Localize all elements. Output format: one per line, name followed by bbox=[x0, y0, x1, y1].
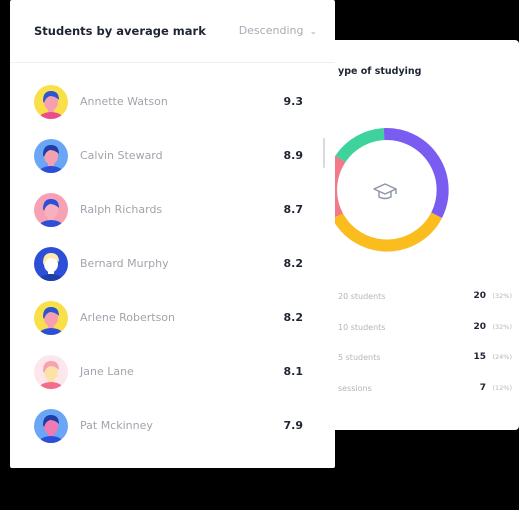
stat-label: 10 students bbox=[338, 322, 386, 332]
avatar bbox=[34, 409, 68, 443]
stat-percent: (12%) bbox=[492, 383, 512, 392]
student-name: Ralph Richards bbox=[80, 203, 163, 216]
student-row[interactable]: Jane Lane 8.1 bbox=[10, 346, 335, 400]
student-name: Annette Watson bbox=[80, 95, 168, 108]
student-mark: 9.3 bbox=[283, 95, 304, 108]
student-row[interactable]: Arlene Robertson 8.2 bbox=[10, 292, 335, 346]
student-row[interactable]: Ralph Richards 8.7 bbox=[10, 184, 335, 238]
student-name: Calvin Steward bbox=[80, 149, 163, 162]
student-mark: 8.2 bbox=[283, 311, 304, 324]
stat-row: 10 students 20 (32%) bbox=[338, 319, 514, 350]
students-by-mark-card: Students by average mark Descending ⌄ Ann… bbox=[10, 0, 335, 468]
scrollbar[interactable] bbox=[323, 138, 325, 168]
students-card-header: Students by average mark Descending ⌄ bbox=[10, 0, 335, 63]
avatar bbox=[34, 193, 68, 227]
stat-percent: (32%) bbox=[492, 292, 512, 300]
student-row[interactable]: Bernard Murphy 8.2 bbox=[10, 238, 335, 292]
studying-card-title: ype of studying bbox=[338, 66, 422, 77]
stat-label: sessions bbox=[338, 383, 372, 393]
stat-percent: (24%) bbox=[492, 353, 512, 361]
stat-label: 5 students bbox=[338, 353, 381, 362]
stat-label: 20 students bbox=[338, 292, 386, 301]
stat-percent: (32%) bbox=[492, 322, 512, 331]
type-of-studying-card: ype of studying 20 students 20 (32%) 10 … bbox=[318, 40, 519, 430]
student-name: Jane Lane bbox=[80, 365, 134, 378]
student-row[interactable]: Calvin Steward 8.9 bbox=[10, 130, 335, 184]
sort-order-label: Descending bbox=[238, 24, 304, 37]
avatar bbox=[34, 355, 68, 389]
avatar bbox=[34, 139, 68, 173]
student-mark: 8.1 bbox=[283, 365, 304, 378]
student-name: Arlene Robertson bbox=[80, 311, 176, 324]
student-mark: 7.9 bbox=[283, 419, 304, 432]
chevron-down-icon: ⌄ bbox=[309, 27, 317, 37]
avatar bbox=[34, 301, 68, 335]
stat-row: 20 students 20 (32%) bbox=[338, 288, 514, 319]
graduation-cap-icon bbox=[373, 183, 397, 200]
student-row[interactable]: Annette Watson 9.3 bbox=[10, 76, 335, 130]
students-list: Annette Watson 9.3 Calvin Steward 8.9 Ralph … bbox=[10, 76, 335, 454]
stat-row: sessions 7 (12%) bbox=[338, 380, 514, 411]
stat-value: 20 bbox=[473, 321, 486, 332]
avatar bbox=[34, 247, 68, 281]
student-name: Pat Mckinney bbox=[80, 419, 153, 432]
student-row[interactable]: Pat Mckinney 7.9 bbox=[10, 400, 335, 454]
student-mark: 8.9 bbox=[283, 149, 304, 162]
avatar bbox=[34, 85, 68, 119]
students-card-title: Students by average mark bbox=[34, 24, 206, 38]
sort-order-dropdown[interactable]: Descending ⌄ bbox=[239, 24, 317, 37]
stat-value: 15 bbox=[473, 352, 486, 362]
stat-value: 20 bbox=[473, 291, 486, 301]
student-mark: 8.7 bbox=[283, 203, 304, 216]
student-name: Bernard Murphy bbox=[80, 257, 169, 270]
stat-row: 5 students 15 (24%) bbox=[338, 349, 514, 380]
stat-value: 7 bbox=[479, 382, 486, 393]
student-mark: 8.2 bbox=[283, 257, 304, 270]
studying-stats-list: 20 students 20 (32%) 10 students 20 (32%… bbox=[338, 288, 514, 410]
studying-donut-chart bbox=[325, 128, 449, 252]
